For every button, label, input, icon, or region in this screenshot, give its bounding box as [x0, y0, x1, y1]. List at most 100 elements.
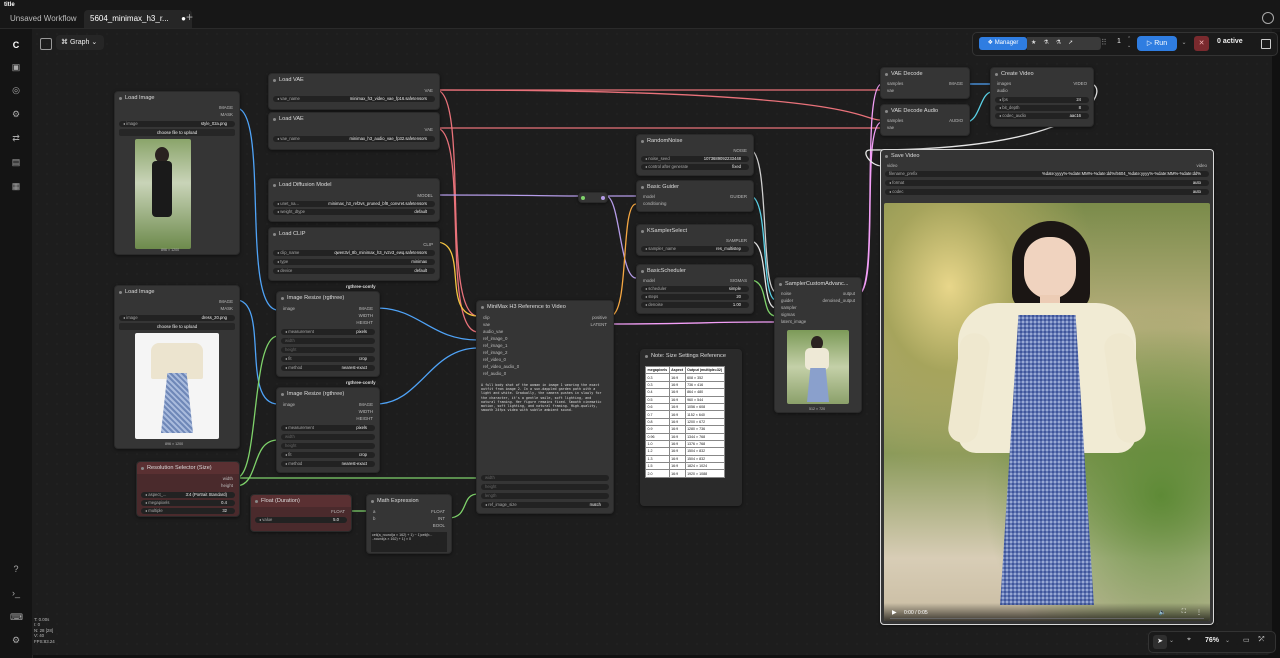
input-latent-image[interactable]: latent_image [781, 319, 806, 325]
manager-button[interactable]: ❖ Manager [979, 37, 1027, 50]
flask-icon[interactable]: ⚗ [1043, 40, 1055, 46]
zoom-chevron-icon[interactable]: ⌄ [1225, 637, 1230, 644]
chevron-down-icon[interactable]: ⌄ [1169, 637, 1174, 644]
right-panel-toggle-icon[interactable] [1261, 39, 1271, 49]
input-ref-audio-0[interactable]: ref_audio_0 [483, 371, 506, 377]
output-guider[interactable]: GUIDER [730, 194, 747, 200]
input-samples[interactable]: samples [887, 118, 903, 124]
input-sigmas[interactable]: sigmas [781, 312, 795, 318]
input-ref-image-1[interactable]: ref_image_1 [483, 343, 507, 349]
node-basic-scheduler[interactable]: BasicScheduler model SIGMAS ◂ scheduler s… [636, 264, 754, 314]
input-a[interactable]: a [373, 509, 375, 515]
image-select[interactable]: ◂ image style_02a.png [119, 121, 235, 127]
value-field[interactable]: ◂ value 5.0 [255, 517, 347, 523]
reroute-out-dot[interactable] [601, 195, 605, 200]
upload-button[interactable]: choose file to upload [119, 323, 235, 330]
node-save-video[interactable]: Save Video video video filename_prefix %d… [880, 149, 1214, 625]
width-field[interactable]: width [281, 434, 375, 440]
node-image-resize-1[interactable]: Image Resize (rgthree) image IMAGE WIDTH… [276, 291, 380, 377]
input-ref-image-0[interactable]: ref_image_0 [483, 336, 507, 342]
height-field[interactable]: height [481, 484, 609, 490]
video-preview[interactable]: ▶ 0:00 / 0:05 🔈 ⛶ ⋮ [884, 203, 1210, 621]
output-width[interactable]: width [223, 476, 233, 482]
height-field[interactable]: height [281, 443, 375, 449]
clip-type-select[interactable]: ◂ type minimax [273, 259, 435, 265]
zoom-level[interactable]: 76% [1205, 637, 1219, 644]
output-audio[interactable]: AUDIO [949, 118, 963, 124]
output-noise[interactable]: NOISE [733, 148, 747, 154]
output-model[interactable]: MODEL [417, 193, 433, 199]
sampler-name-select[interactable]: ◂ sampler_name res_multistep [641, 246, 749, 252]
output-image[interactable]: IMAGE [219, 299, 233, 305]
denoise-field[interactable]: ◂ denoise 1.00 [641, 302, 749, 308]
filename-prefix-field[interactable]: filename_prefix %date:yyyy%-%date:MM%-%da… [885, 171, 1209, 177]
output-float[interactable]: FLOAT [331, 509, 345, 515]
input-sampler[interactable]: sampler [781, 305, 797, 311]
fit-view-icon[interactable]: ⌖ [1187, 636, 1191, 644]
node-size-note[interactable]: Note: Size Settings Reference megapixels… [640, 349, 742, 506]
node-minimax-h3-ref2video[interactable]: MiniMax H3 Reference to Video clip vae a… [476, 300, 614, 514]
method-select[interactable]: ◂ method nearest-exact [281, 365, 375, 371]
queue-count-input[interactable]: 1 [1117, 38, 1121, 45]
scheduler-select[interactable]: ◂ scheduler simple [641, 286, 749, 292]
stepper-icon[interactable]: ⌃ ⌄ [1127, 36, 1131, 50]
output-sigmas[interactable]: SIGMAS [730, 278, 747, 284]
node-math-expression[interactable]: Math Expression a b FLOAT INT BOOL ceil(… [366, 494, 452, 554]
flask-off-icon[interactable]: ⚗ [1056, 40, 1068, 46]
steps-field[interactable]: ◂ steps 20 [641, 294, 749, 300]
output-latent[interactable]: LATENT [590, 322, 607, 328]
reroute-in-dot[interactable] [581, 195, 585, 200]
node-float-duration[interactable]: Float (Duration) FLOAT ◂ value 5.0 [250, 494, 352, 532]
control-after-generate-select[interactable]: ◂ control after generate fixed [641, 164, 749, 170]
output-height[interactable]: HEIGHT [356, 416, 373, 422]
output-int[interactable]: INT [438, 516, 445, 522]
vae-name-select[interactable]: ◂ vae_name minimax_h3_audio_vae_fp32.safe… [273, 136, 435, 142]
input-model[interactable]: model [643, 278, 655, 284]
output-mask[interactable]: MASK [221, 112, 233, 118]
output-image[interactable]: IMAGE [949, 81, 963, 87]
node-create-video[interactable]: Create Video images audio VIDEO ◂ fps 24 … [990, 67, 1094, 127]
device-select[interactable]: ◂ device default [273, 268, 435, 274]
input-ref-video-audio-0[interactable]: ref_video_audio_0 [483, 364, 519, 370]
output-width[interactable]: WIDTH [359, 313, 373, 319]
node-load-image-2[interactable]: Load Image IMAGE MASK ◂ image dress_20.pn… [114, 285, 240, 449]
play-icon[interactable]: ▶ [892, 609, 897, 616]
input-image[interactable]: image [283, 306, 295, 312]
aspect-select[interactable]: ◂ aspect_... 3:4 (Portrait Standard) [141, 492, 235, 498]
input-ref-image-2[interactable]: ref_image_2 [483, 350, 507, 356]
output-vae[interactable]: VAE [425, 88, 433, 94]
output-clip[interactable]: CLIP [423, 242, 433, 248]
fullscreen-icon[interactable]: ⛶ [1182, 609, 1186, 616]
output-sampler[interactable]: SAMPLER [726, 238, 747, 244]
node-load-diffusion-model[interactable]: Load Diffusion Model MODEL ◂ unet_na... m… [268, 178, 440, 222]
more-options-icon[interactable]: ⋮ [1196, 609, 1202, 616]
volume-icon[interactable]: 🔈 [1159, 609, 1166, 616]
format-select[interactable]: ◂ format auto [885, 180, 1209, 186]
expression-textarea[interactable]: ceil(a_round(a × 162) + 1) − 1)ceil(b...… [371, 532, 447, 552]
prompt-textarea[interactable]: A full body shot of the woman in image 1… [481, 383, 607, 469]
output-mask[interactable]: MASK [221, 306, 233, 312]
star-icon[interactable]: ★ [1031, 40, 1043, 46]
output-image[interactable]: IMAGE [219, 105, 233, 111]
fit-select[interactable]: ◂ fit crop [281, 356, 375, 362]
output-output[interactable]: output [843, 291, 855, 297]
multiple-field[interactable]: ◂ multiple 32 [141, 508, 235, 514]
upload-button[interactable]: choose file to upload [119, 129, 235, 136]
input-image[interactable]: image [283, 402, 295, 408]
node-basic-guider[interactable]: Basic Guider model conditioning GUIDER [636, 180, 754, 212]
node-image-resize-2[interactable]: Image Resize (rgthree) image IMAGE WIDTH… [276, 387, 380, 473]
unet-name-select[interactable]: ◂ unet_na... minimax_h3_ref2vs_pruned_bf8… [273, 201, 435, 207]
node-load-clip[interactable]: Load CLIP CLIP ◂ clip_name qwen3vl_8b_min… [268, 227, 440, 281]
length-field[interactable]: length [481, 493, 609, 499]
node-vae-decode[interactable]: VAE Decode samples vae IMAGE [880, 67, 970, 99]
height-field[interactable]: height [281, 347, 375, 353]
fit-select[interactable]: ◂ fit crop [281, 452, 375, 458]
input-vae[interactable]: vae [887, 88, 894, 94]
measurement-select[interactable]: ◂ measurement pixels [281, 425, 375, 431]
image-select[interactable]: ◂ image dress_20.png [119, 315, 235, 321]
output-float[interactable]: FLOAT [431, 509, 445, 515]
input-noise[interactable]: noise [781, 291, 792, 297]
output-width[interactable]: WIDTH [359, 409, 373, 415]
node-vae-decode-audio[interactable]: VAE Decode Audio samples vae AUDIO [880, 104, 970, 136]
active-count[interactable]: 0 active [1217, 38, 1243, 45]
